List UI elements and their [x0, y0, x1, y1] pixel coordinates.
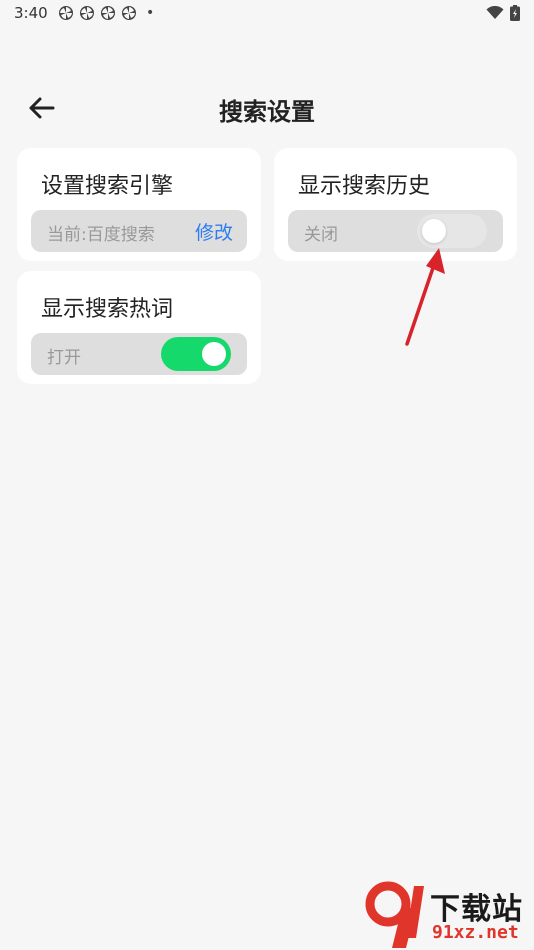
- hot-words-title: 显示搜索热词: [41, 297, 174, 322]
- search-history-title: 显示搜索历史: [298, 174, 431, 199]
- watermark: 下载站 91xz.net: [362, 878, 534, 950]
- status-bar: 3:40 •: [0, 0, 534, 28]
- search-engine-title: 设置搜索引擎: [41, 174, 174, 199]
- status-dot: •: [146, 5, 155, 21]
- hot-words-state: 打开: [47, 348, 81, 368]
- search-history-state: 关闭: [304, 225, 338, 245]
- edit-engine-link[interactable]: 修改: [195, 218, 233, 245]
- pinwheel-icon: [122, 6, 136, 20]
- battery-charging-icon: [510, 5, 520, 21]
- page-title: 搜索设置: [219, 98, 315, 126]
- hot-words-card: 显示搜索热词 打开: [17, 271, 261, 384]
- status-right-icons: [486, 5, 520, 21]
- search-engine-card: 设置搜索引擎 当前:百度搜索 修改: [17, 148, 261, 261]
- toggle-knob: [202, 342, 226, 366]
- annotation-arrow-icon: [405, 248, 445, 346]
- notification-icons: •: [58, 5, 154, 21]
- pinwheel-icon: [101, 6, 115, 20]
- pinwheel-icon: [80, 6, 94, 20]
- hot-words-pill: 打开: [31, 333, 247, 375]
- search-engine-pill: 当前:百度搜索 修改: [31, 210, 247, 252]
- current-engine-label: 当前:百度搜索: [47, 225, 155, 245]
- hot-words-toggle[interactable]: [161, 337, 231, 371]
- pinwheel-icon: [59, 6, 73, 20]
- wifi-icon: [486, 6, 504, 19]
- watermark-sub: 91xz.net: [432, 922, 519, 943]
- status-time: 3:40: [14, 4, 48, 22]
- watermark-logo-icon: [365, 881, 424, 948]
